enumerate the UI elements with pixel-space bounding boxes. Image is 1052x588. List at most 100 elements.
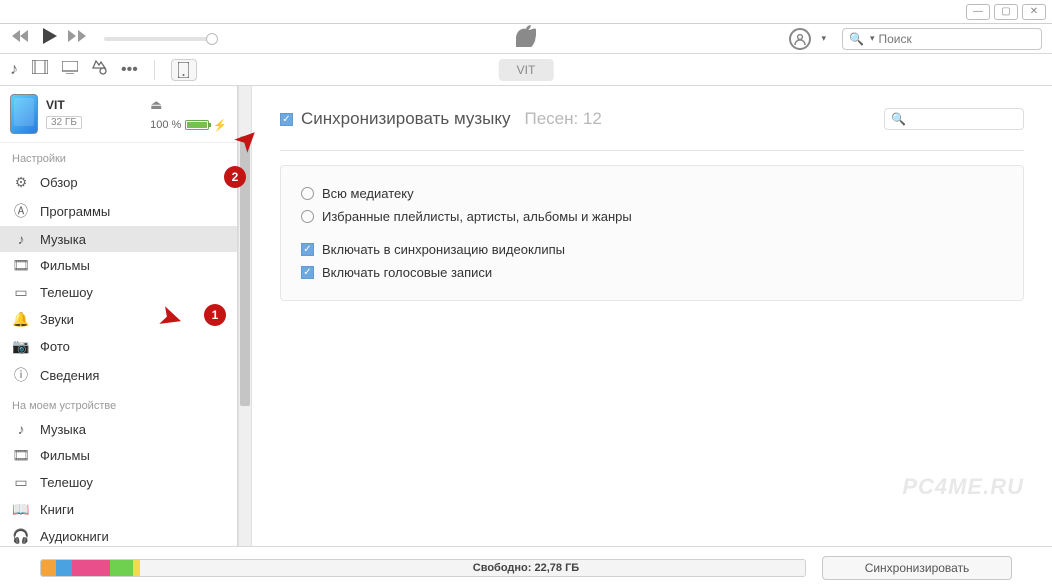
volume-slider[interactable] (104, 37, 214, 41)
settings-icon: ⚙ (12, 174, 30, 191)
device-name: VIT (46, 98, 142, 112)
bottom-bar: Синхронизировать Свободно: 22,78 ГБ (0, 546, 1052, 588)
capacity-bar (40, 559, 806, 577)
content-search[interactable]: 🔍 (884, 108, 1024, 130)
account-icon[interactable] (789, 28, 811, 50)
device-header: VIT 32 ГБ ⏏ 100 % ⚡ (0, 86, 237, 143)
sync-music-label: Синхронизировать музыку (301, 109, 510, 129)
capacity-segment (110, 560, 133, 576)
prev-track-icon[interactable] (10, 29, 30, 48)
info-icon: ⓘ (12, 365, 30, 385)
sidebar-item-label: Программы (40, 204, 110, 219)
play-icon[interactable] (40, 27, 58, 50)
eject-icon[interactable]: ⏏ (150, 97, 162, 113)
player-bar: ▾ 🔍▾ (0, 24, 1052, 54)
free-space-label: Свободно: 22,78 ГБ (473, 562, 579, 574)
sidebar-item-фильмы[interactable]: 🎞 Фильмы (0, 442, 237, 469)
sidebar-item-книги[interactable]: 📖 Книги (0, 496, 237, 523)
sidebar-scrollbar[interactable] (238, 86, 252, 556)
search-caret-icon: ▾ (870, 33, 875, 44)
sidebar-item-музыка[interactable]: ♪ Музыка (0, 226, 237, 252)
sidebar-item-телешоу[interactable]: ▭ Телешоу (0, 469, 237, 496)
sidebar-item-звуки[interactable]: 🔔 Звуки (0, 306, 237, 333)
close-button[interactable]: ✕ (1022, 4, 1046, 20)
next-track-icon[interactable] (68, 29, 88, 48)
books-icon: 📖 (12, 501, 30, 518)
more-icon[interactable]: ••• (121, 61, 138, 79)
movies-icon: 🎞 (12, 447, 30, 464)
window-titlebar: — ▢ ✕ (0, 0, 1052, 24)
sidebar-heading-settings: Настройки (0, 143, 237, 169)
sidebar-item-label: Музыка (40, 422, 86, 437)
capacity-segment (41, 560, 56, 576)
battery-status: 100 % ⚡ (150, 119, 227, 132)
music-library-icon[interactable]: ♪ (10, 61, 18, 79)
search-field[interactable]: 🔍▾ (842, 28, 1042, 50)
battery-icon (185, 120, 209, 130)
sidebar-item-label: Телешоу (40, 285, 93, 300)
tv-library-icon[interactable] (62, 61, 78, 79)
account-caret-icon[interactable]: ▾ (821, 33, 826, 44)
sidebar-item-телешоу[interactable]: ▭ Телешоу (0, 279, 237, 306)
device-button[interactable] (171, 59, 197, 81)
search-icon: 🔍 (849, 32, 864, 46)
checkbox-icon: ✓ (301, 243, 314, 256)
sidebar-item-label: Звуки (40, 312, 74, 327)
tv-icon: ▭ (12, 474, 30, 491)
music-icon: ♪ (12, 421, 30, 437)
device-tab[interactable]: VIT (499, 59, 554, 81)
sidebar-item-label: Аудиокниги (40, 529, 109, 544)
sync-button[interactable]: Синхронизировать (822, 556, 1012, 580)
movies-library-icon[interactable] (32, 60, 48, 79)
radio-icon (301, 210, 314, 223)
sync-header: ✓ Синхронизировать музыку Песен: 12 🔍 (280, 108, 1024, 151)
sidebar-item-label: Фильмы (40, 448, 90, 463)
capacity-segment (56, 560, 71, 576)
sidebar-item-label: Обзор (40, 175, 78, 190)
music-icon: ♪ (12, 231, 30, 247)
sidebar-item-обзор[interactable]: ⚙ Обзор (0, 169, 237, 196)
device-thumbnail-icon (10, 94, 38, 134)
sync-options-box: Всю медиатеку Избранные плейлисты, артис… (280, 165, 1024, 301)
watermark: PC4ME.RU (902, 474, 1024, 500)
checkbox-label: Включать в синхронизацию видеоклипы (322, 242, 565, 257)
radio-entire-library[interactable]: Всю медиатеку (301, 182, 1003, 205)
checkbox-include-voice[interactable]: ✓ Включать голосовые записи (301, 261, 1003, 284)
maximize-button[interactable]: ▢ (994, 4, 1018, 20)
sidebar-item-фильмы[interactable]: 🎞Фильмы (0, 252, 237, 279)
search-input[interactable] (878, 32, 1035, 46)
sidebar-item-фото[interactable]: 📷 Фото (0, 333, 237, 360)
sidebar-item-музыка[interactable]: ♪ Музыка (0, 416, 237, 442)
photos-icon: 📷 (12, 338, 30, 355)
checkbox-include-videos[interactable]: ✓ Включать в синхронизацию видеоклипы (301, 238, 1003, 261)
apps-icon: Ⓐ (12, 201, 30, 221)
minimize-button[interactable]: — (966, 4, 990, 20)
library-mode-bar: ♪ ••• VIT (0, 54, 1052, 86)
device-capacity: 32 ГБ (46, 116, 82, 129)
radio-label: Всю медиатеку (322, 186, 414, 201)
sidebar-item-label: Фильмы (40, 258, 90, 273)
sync-music-checkbox[interactable]: ✓ (280, 113, 293, 126)
sidebar-item-label: Сведения (40, 368, 99, 383)
content-pane: ✓ Синхронизировать музыку Песен: 12 🔍 Вс… (252, 86, 1052, 556)
sidebar-item-label: Музыка (40, 232, 86, 247)
radio-icon (301, 187, 314, 200)
search-icon: 🔍 (891, 112, 906, 126)
sidebar-heading-ondevice: На моем устройстве (0, 390, 237, 416)
apps-library-icon[interactable] (92, 60, 107, 80)
sidebar-item-сведения[interactable]: ⓘ Сведения (0, 360, 237, 390)
main-area: VIT 32 ГБ ⏏ 100 % ⚡ Настройки ⚙ Обзор Ⓐ Про… (0, 86, 1052, 556)
audiobooks-icon: 🎧 (12, 528, 30, 545)
checkbox-icon: ✓ (301, 266, 314, 279)
tv-icon: ▭ (12, 284, 30, 301)
tones-icon: 🔔 (12, 311, 30, 328)
playback-controls (10, 27, 88, 50)
radio-selected-items[interactable]: Избранные плейлисты, артисты, альбомы и … (301, 205, 1003, 228)
sidebar-item-label: Фото (40, 339, 70, 354)
capacity-segment (133, 560, 141, 576)
radio-label: Избранные плейлисты, артисты, альбомы и … (322, 209, 632, 224)
sidebar-item-программы[interactable]: Ⓐ Программы (0, 196, 237, 226)
song-count: Песен: 12 (524, 109, 601, 129)
sidebar-item-label: Книги (40, 502, 74, 517)
sidebar-item-label: Телешоу (40, 475, 93, 490)
